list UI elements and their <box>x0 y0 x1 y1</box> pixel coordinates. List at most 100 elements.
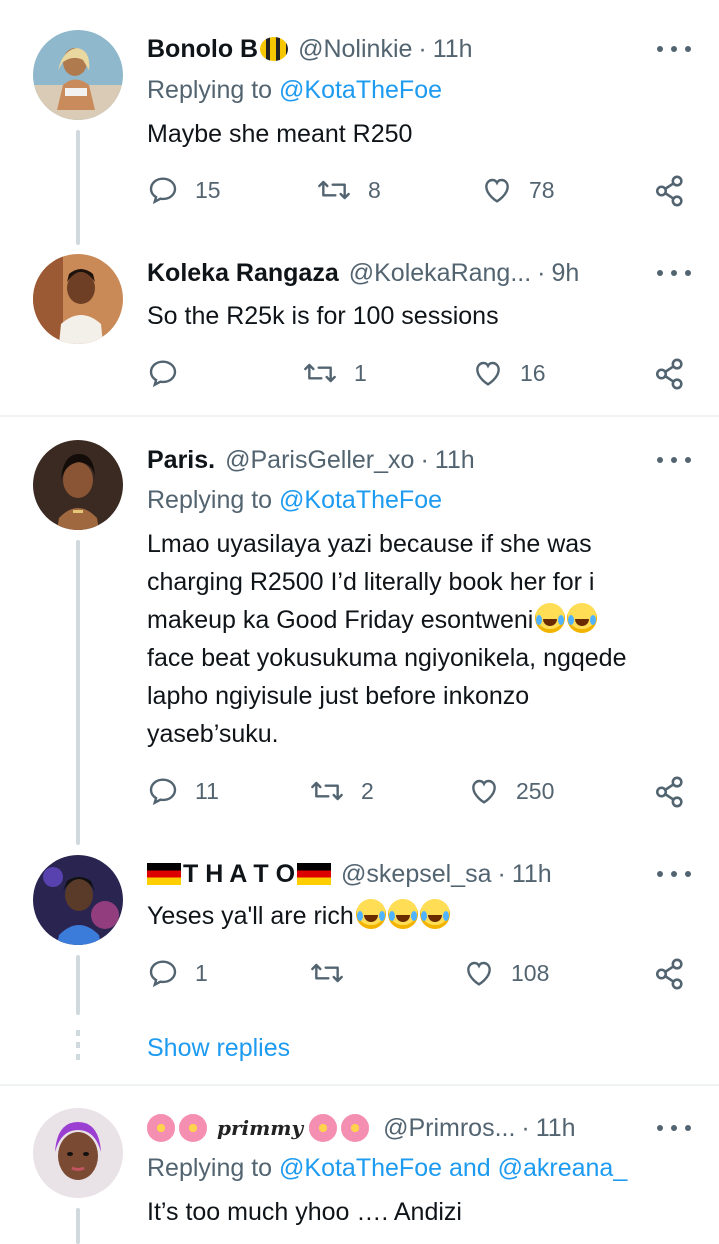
divider <box>0 1084 719 1086</box>
reply-count: 15 <box>195 176 221 203</box>
laughing-emoji-icon <box>419 899 450 929</box>
like-count: 16 <box>520 359 546 386</box>
timestamp[interactable]: 11h <box>433 35 473 64</box>
retweet-icon <box>304 363 336 383</box>
avatar[interactable] <box>33 440 123 530</box>
reply-icon <box>149 778 177 806</box>
display-name[interactable]: Bonolo B <box>147 35 258 64</box>
user-handle[interactable]: @skepsel_sa <box>341 860 491 889</box>
tweet-header: T H A T O @skepsel_sa · 11h <box>147 857 699 891</box>
like-button[interactable]: 250 <box>468 775 554 807</box>
share-icon <box>655 175 683 207</box>
flower-emoji-icon <box>179 1114 207 1142</box>
share-icon <box>655 358 683 390</box>
share-icon <box>655 776 683 808</box>
mention-link[interactable]: @KotaTheFoe <box>279 486 442 514</box>
separator-dot: · <box>497 859 506 888</box>
tweet-actions: 11 2 250 <box>0 775 719 815</box>
tweet-actions: 15 8 78 <box>0 174 719 214</box>
display-name[interactable]: primmy <box>217 1116 303 1140</box>
more-icon[interactable] <box>657 263 691 283</box>
germany-flag-icon <box>147 863 181 885</box>
retweet-button[interactable]: 2 <box>309 775 374 807</box>
thread-line <box>76 1208 80 1244</box>
share-button[interactable] <box>653 957 687 991</box>
avatar[interactable] <box>33 855 123 945</box>
like-button[interactable]: 16 <box>472 357 546 389</box>
text-line-part: Yeses ya'll are rich <box>147 902 354 930</box>
like-count: 78 <box>529 176 555 203</box>
reply-icon <box>149 177 177 205</box>
retweet-button[interactable] <box>309 957 361 989</box>
reply-button[interactable]: 15 <box>147 174 221 206</box>
reply-count: 11 <box>195 777 219 804</box>
user-handle[interactable]: @KolekaRang... <box>349 259 531 288</box>
share-button[interactable] <box>653 775 687 809</box>
laughing-emoji-icon <box>387 899 418 929</box>
user-handle[interactable]: @Nolinkie <box>298 35 412 64</box>
display-name[interactable]: Koleka Rangaza <box>147 259 339 288</box>
tweet-actions: 1 108 <box>0 957 719 997</box>
like-icon <box>472 779 496 804</box>
replying-to: Replying to @KotaTheFoe <box>147 486 442 515</box>
more-icon[interactable] <box>657 1118 691 1138</box>
retweet-count: 2 <box>361 777 374 804</box>
tweet-text: Yeses ya'll are rich <box>147 897 687 935</box>
text-line-part: makeup ka Good Friday esontweni <box>147 606 534 634</box>
more-icon[interactable] <box>657 450 691 470</box>
share-button[interactable] <box>653 174 687 208</box>
like-count: 108 <box>511 959 550 986</box>
replying-to-label: Replying to <box>147 486 273 514</box>
retweet-count: 1 <box>354 359 367 386</box>
reply-count: 1 <box>195 959 208 986</box>
tweet-header: Bonolo B @Nolinkie · 11h <box>147 32 699 66</box>
like-icon <box>467 961 491 986</box>
display-name[interactable]: Paris. <box>147 446 215 475</box>
mention-link[interactable]: @KotaTheFoe and @akreana_ <box>279 1154 627 1182</box>
retweet-icon <box>311 781 343 801</box>
more-icon[interactable] <box>657 39 691 59</box>
flower-emoji-icon <box>147 1114 175 1142</box>
separator-dot: · <box>537 258 546 287</box>
like-button[interactable]: 108 <box>463 957 549 989</box>
text-line: face beat yokusukuma ngiyonikela, ngqede <box>147 644 627 672</box>
like-button[interactable]: 78 <box>481 174 555 206</box>
retweet-button[interactable]: 1 <box>302 357 367 389</box>
retweet-icon <box>311 963 343 983</box>
tweet-header: Paris. @ParisGeller_xo · 11h <box>147 443 699 477</box>
reply-icon <box>149 360 177 388</box>
separator-dot: · <box>420 445 429 474</box>
reply-button[interactable] <box>147 357 195 389</box>
user-handle[interactable]: @ParisGeller_xo <box>225 446 414 475</box>
laughing-emoji-icon <box>355 899 386 929</box>
more-icon[interactable] <box>657 864 691 884</box>
thread-continuation-dots <box>76 1030 80 1066</box>
separator-dot: · <box>521 1113 530 1142</box>
text-line: charging R2500 I’d literally book her fo… <box>147 568 595 596</box>
show-replies-link[interactable]: Show replies <box>147 1034 290 1063</box>
display-name[interactable]: T H A T O <box>183 860 295 889</box>
reply-icon <box>149 960 177 988</box>
mention-link[interactable]: @KotaTheFoe <box>279 76 442 104</box>
divider <box>0 415 719 417</box>
timestamp[interactable]: 11h <box>536 1114 576 1143</box>
avatar[interactable] <box>33 30 123 120</box>
text-line: yaseb’suku. <box>147 720 279 748</box>
replying-to: Replying to @KotaTheFoe <box>147 76 442 105</box>
avatar[interactable] <box>33 1108 123 1198</box>
retweet-count: 8 <box>368 176 381 203</box>
replying-to-label: Replying to <box>147 1154 273 1182</box>
share-button[interactable] <box>653 357 687 391</box>
text-line: makeup ka Good Friday esontweni <box>147 601 687 639</box>
timestamp[interactable]: 11h <box>435 446 475 475</box>
reply-button[interactable]: 1 <box>147 957 208 989</box>
timestamp[interactable]: 11h <box>512 860 552 889</box>
timestamp[interactable]: 9h <box>552 259 580 288</box>
separator-dot: · <box>418 34 427 63</box>
tweet-header: primmy @Primros... · 11h <box>147 1111 699 1145</box>
like-count: 250 <box>516 777 555 804</box>
retweet-button[interactable]: 8 <box>316 174 381 206</box>
reply-button[interactable]: 11 <box>147 775 219 807</box>
user-handle[interactable]: @Primros... <box>383 1114 515 1143</box>
avatar[interactable] <box>33 254 123 344</box>
